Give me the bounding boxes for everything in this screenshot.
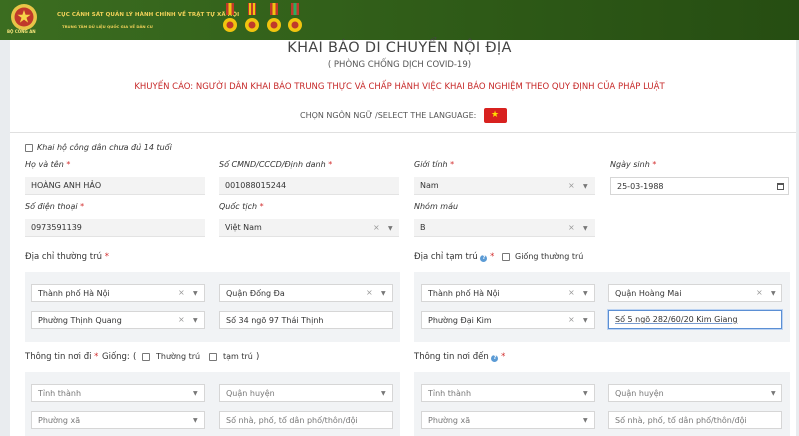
chevron-down-icon[interactable]: ▼ <box>771 390 776 397</box>
departure-same-temporary-checkbox[interactable] <box>209 353 217 361</box>
departure-district-select[interactable]: Quận huyện <box>219 384 393 402</box>
gender-label: Giới tính * <box>414 160 455 169</box>
arrival-street-input[interactable]: Số nhà, phố, tổ dân phố/thôn/đội <box>608 411 782 429</box>
divider <box>10 132 796 133</box>
arrival-province-select[interactable]: Tỉnh thành <box>421 384 595 402</box>
banner-center-name: TRUNG TÂM DỮ LIỆU QUỐC GIA VỀ DÂN CƯ <box>62 24 153 29</box>
clear-icon[interactable]: × <box>178 288 185 297</box>
chevron-down-icon[interactable]: ▼ <box>771 290 776 297</box>
nationality-label: Quốc tịch * <box>219 202 264 211</box>
clear-icon[interactable]: × <box>568 315 575 324</box>
same-as-permanent-label: Giống thường trú <box>515 252 584 261</box>
dob-label: Ngày sinh * <box>610 160 657 169</box>
medal-icon <box>245 3 259 32</box>
language-label: CHỌN NGÔN NGỮ /SELECT THE LANGUAGE: <box>300 111 477 120</box>
departure-paren-close: ) <box>256 352 260 362</box>
departure-ward-select[interactable]: Phường xã <box>31 411 205 429</box>
proxy-label: Khai hộ công dân chưa đủ 14 tuổi <box>37 143 172 152</box>
logo-caption: BỘ CÔNG AN <box>7 29 36 34</box>
chevron-down-icon[interactable]: ▼ <box>193 417 198 424</box>
chevron-down-icon[interactable]: ▼ <box>193 390 198 397</box>
warning-text: KHUYẾN CÁO: NGƯỜI DÂN KHAI BÁO TRUNG THỰ… <box>134 82 665 92</box>
same-as-permanent-checkbox[interactable] <box>502 253 510 261</box>
page-subtitle: ( PHÒNG CHỐNG DỊCH COVID-19) <box>327 60 472 70</box>
medal-icon <box>267 3 281 32</box>
permanent-address-panel <box>25 272 400 342</box>
chevron-down-icon[interactable]: ▼ <box>388 225 393 232</box>
blood-type-label: Nhóm máu <box>414 202 459 211</box>
departure-street-input[interactable]: Số nhà, phố, tổ dân phố/thôn/đội <box>219 411 393 429</box>
info-icon[interactable]: ? <box>491 355 499 362</box>
chevron-down-icon[interactable]: ▼ <box>193 290 198 297</box>
calendar-icon[interactable] <box>777 183 784 190</box>
chevron-down-icon[interactable]: ▼ <box>583 225 588 232</box>
clear-icon[interactable]: × <box>568 223 575 232</box>
chevron-down-icon[interactable]: ▼ <box>583 183 588 190</box>
departure-same-permanent-label: Thường trú <box>156 352 201 361</box>
arrival-district-select[interactable]: Quận huyện <box>608 384 782 402</box>
permanent-street-input[interactable]: Số 34 ngõ 97 Thái Thịnh <box>219 311 393 329</box>
arrival-ward-select[interactable]: Phường xã <box>421 411 595 429</box>
clear-icon[interactable]: × <box>568 288 575 297</box>
vietnam-flag-language-button[interactable]: ★ <box>484 108 507 123</box>
chevron-down-icon[interactable]: ▼ <box>583 390 588 397</box>
banner-agency-name: CỤC CẢNH SÁT QUẢN LÝ HÀNH CHÍNH VỀ TRẬT … <box>57 12 240 18</box>
chevron-down-icon[interactable]: ▼ <box>381 290 386 297</box>
departure-same-temporary-label: tạm trú <box>223 352 253 361</box>
medal-icon <box>288 3 302 32</box>
name-label: Họ và tên * <box>25 160 71 169</box>
clear-icon[interactable]: × <box>568 181 575 190</box>
medal-icon <box>223 3 237 32</box>
departure-info-label: Thông tin nơi đi * <box>25 352 99 362</box>
id-number-label: Số CMND/CCCD/Định danh * <box>219 160 333 169</box>
proxy-checkbox[interactable] <box>25 144 33 152</box>
temporary-address-panel <box>414 272 790 342</box>
departure-same-permanent-checkbox[interactable] <box>142 353 150 361</box>
chevron-down-icon[interactable]: ▼ <box>193 317 198 324</box>
name-input[interactable]: HOÀNG ANH HẢO <box>25 177 205 195</box>
temporary-street-input[interactable]: Số 5 ngõ 282/60/20 Kim Giang <box>608 310 782 329</box>
page-title: KHAI BÁO DI CHUYỂN NỘI ĐỊA <box>287 40 512 56</box>
clear-icon[interactable]: × <box>756 288 763 297</box>
departure-same-prefix: Giống: <box>102 352 130 362</box>
nationality-select[interactable]: Việt Nam <box>219 219 399 237</box>
chevron-down-icon[interactable]: ▼ <box>583 317 588 324</box>
chevron-down-icon[interactable]: ▼ <box>583 290 588 297</box>
flag-star-icon: ★ <box>491 110 500 120</box>
id-number-input[interactable]: 001088015244 <box>219 177 399 195</box>
temporary-address-label: Địa chỉ tạm trú ? * <box>414 252 495 262</box>
phone-label: Số điện thoại * <box>25 202 85 211</box>
chevron-down-icon[interactable]: ▼ <box>381 390 386 397</box>
info-icon[interactable]: ? <box>480 255 488 262</box>
header-banner: BỘ CÔNG AN CỤC CẢNH SÁT QUẢN LÝ HÀNH CHÍ… <box>0 0 799 40</box>
arrival-info-label: Thông tin nơi đến ? * <box>414 352 506 362</box>
permanent-address-label: Địa chỉ thường trú * <box>25 252 109 262</box>
phone-input[interactable]: 0973591139 <box>25 219 205 237</box>
dob-input[interactable]: 25-03-1988 <box>610 177 789 195</box>
departure-paren-open: ( <box>133 352 137 362</box>
departure-province-select[interactable]: Tỉnh thành <box>31 384 205 402</box>
chevron-down-icon[interactable]: ▼ <box>583 417 588 424</box>
clear-icon[interactable]: × <box>178 315 185 324</box>
clear-icon[interactable]: × <box>373 223 380 232</box>
clear-icon[interactable]: × <box>366 288 373 297</box>
